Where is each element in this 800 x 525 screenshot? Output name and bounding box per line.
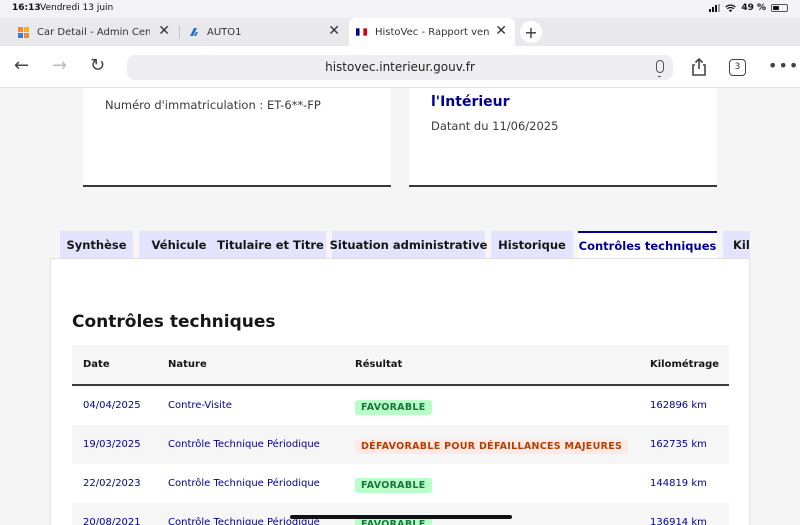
row-nature: Contrôle Technique Périodique bbox=[168, 439, 320, 450]
report-info-card: l'Intérieur Datant du 11/06/2025 bbox=[409, 88, 717, 187]
tab-kilometrage[interactable]: Kilométrage bbox=[723, 231, 750, 258]
controles-panel: Contrôles techniques Date Nature Résulta… bbox=[50, 258, 750, 525]
plus-icon: + bbox=[524, 22, 538, 42]
status-badge: FAVORABLE bbox=[355, 400, 432, 415]
row-km: 162735 km bbox=[650, 439, 707, 450]
back-arrow-icon[interactable]: ← bbox=[14, 55, 29, 76]
forward-arrow-icon[interactable]: → bbox=[52, 55, 67, 76]
cellular-signal-icon bbox=[709, 4, 721, 12]
home-indicator[interactable] bbox=[290, 515, 512, 519]
row-date: 22/02/2023 bbox=[83, 478, 141, 489]
tab-vehicule[interactable]: Véhicule bbox=[139, 231, 219, 258]
french-flag-icon bbox=[356, 28, 367, 36]
tab-count-button[interactable]: 3 bbox=[729, 59, 746, 76]
browser-toolbar: ← → ↻ histovec.interieur.gouv.fr 3 ••• bbox=[0, 46, 800, 88]
microphone-icon[interactable] bbox=[656, 60, 664, 77]
tab-historique[interactable]: Historique bbox=[491, 231, 573, 258]
tab-situation-administrative[interactable]: Situation administrative bbox=[330, 231, 487, 258]
auto1-logo-icon bbox=[190, 27, 198, 36]
row-date: 20/08/2021 bbox=[83, 517, 141, 525]
battery-icon bbox=[771, 4, 788, 12]
tab-titulaire[interactable]: Titulaire et Titre bbox=[215, 231, 326, 258]
table-row: 19/03/2025 Contrôle Technique Périodique… bbox=[72, 425, 729, 464]
orange-squares-icon bbox=[18, 26, 29, 38]
row-km: 136914 km bbox=[650, 517, 707, 525]
row-km: 144819 km bbox=[650, 478, 707, 489]
status-icons: 49 % bbox=[709, 3, 788, 13]
browser-tab-auto1[interactable]: AUTO1 ✕ bbox=[180, 18, 348, 46]
row-km: 162896 km bbox=[650, 400, 707, 411]
web-page: Numéro d'immatriculation : ET-6**-FP l'I… bbox=[0, 88, 800, 525]
table-header: Date Nature Résultat Kilométrage bbox=[72, 345, 729, 386]
header-kilometrage: Kilométrage bbox=[650, 359, 720, 370]
url-text: histovec.interieur.gouv.fr bbox=[325, 60, 475, 74]
more-options-icon[interactable]: ••• bbox=[768, 56, 799, 75]
share-icon[interactable] bbox=[689, 57, 709, 77]
ministry-title: l'Intérieur bbox=[431, 94, 510, 110]
tab-synthese[interactable]: Synthèse bbox=[60, 231, 133, 258]
browser-tab-title: AUTO1 bbox=[207, 26, 242, 38]
browser-tab-admin-center[interactable]: Car Detail - Admin Center ✕ bbox=[0, 18, 178, 46]
report-date: Datant du 11/06/2025 bbox=[431, 119, 559, 133]
wifi-icon bbox=[725, 4, 737, 12]
controles-table: Date Nature Résultat Kilométrage 04/04/2… bbox=[72, 345, 729, 525]
close-tab-icon[interactable]: ✕ bbox=[158, 24, 170, 38]
battery-percent: 49 % bbox=[741, 3, 766, 13]
section-title: Contrôles techniques bbox=[72, 312, 276, 332]
status-badge: FAVORABLE bbox=[355, 478, 432, 493]
table-row: 20/08/2021 Contrôle Technique Périodique… bbox=[72, 503, 729, 525]
status-bar: 16:13 Vendredi 13 juin 49 % bbox=[0, 0, 800, 18]
report-tabs: Synthèse Véhicule Titulaire et Titre Sit… bbox=[60, 231, 750, 258]
row-nature: Contrôle Technique Périodique bbox=[168, 478, 320, 489]
new-tab-button[interactable]: + bbox=[520, 21, 542, 43]
address-bar[interactable]: histovec.interieur.gouv.fr bbox=[127, 55, 673, 80]
vehicle-info-card: Numéro d'immatriculation : ET-6**-FP bbox=[83, 88, 391, 187]
status-date: Vendredi 13 juin bbox=[40, 3, 114, 13]
header-date: Date bbox=[83, 359, 110, 370]
browser-tab-histovec[interactable]: HistoVec - Rapport vendeur ✕ bbox=[349, 18, 515, 46]
row-date: 04/04/2025 bbox=[83, 400, 141, 411]
tab-controles-techniques[interactable]: Contrôles techniques bbox=[578, 231, 717, 258]
status-badge: DÉFAVORABLE POUR DÉFAILLANCES MAJEURES bbox=[355, 439, 629, 454]
browser-tab-bar: Car Detail - Admin Center ✕ AUTO1 ✕ Hist… bbox=[0, 18, 800, 46]
browser-tab-title: HistoVec - Rapport vendeur bbox=[375, 26, 489, 38]
browser-tab-title: Car Detail - Admin Center bbox=[37, 26, 150, 38]
close-tab-icon[interactable]: ✕ bbox=[495, 24, 507, 38]
reload-icon[interactable]: ↻ bbox=[90, 55, 105, 76]
table-row: 04/04/2025 Contre-Visite FAVORABLE 16289… bbox=[72, 386, 729, 425]
header-resultat: Résultat bbox=[355, 359, 403, 370]
status-time: 16:13 bbox=[12, 3, 41, 13]
registration-number: Numéro d'immatriculation : ET-6**-FP bbox=[105, 98, 321, 112]
table-row: 22/02/2023 Contrôle Technique Périodique… bbox=[72, 464, 729, 503]
row-nature: Contre-Visite bbox=[168, 400, 232, 411]
header-nature: Nature bbox=[168, 359, 207, 370]
close-tab-icon[interactable]: ✕ bbox=[328, 24, 340, 38]
row-date: 19/03/2025 bbox=[83, 439, 141, 450]
